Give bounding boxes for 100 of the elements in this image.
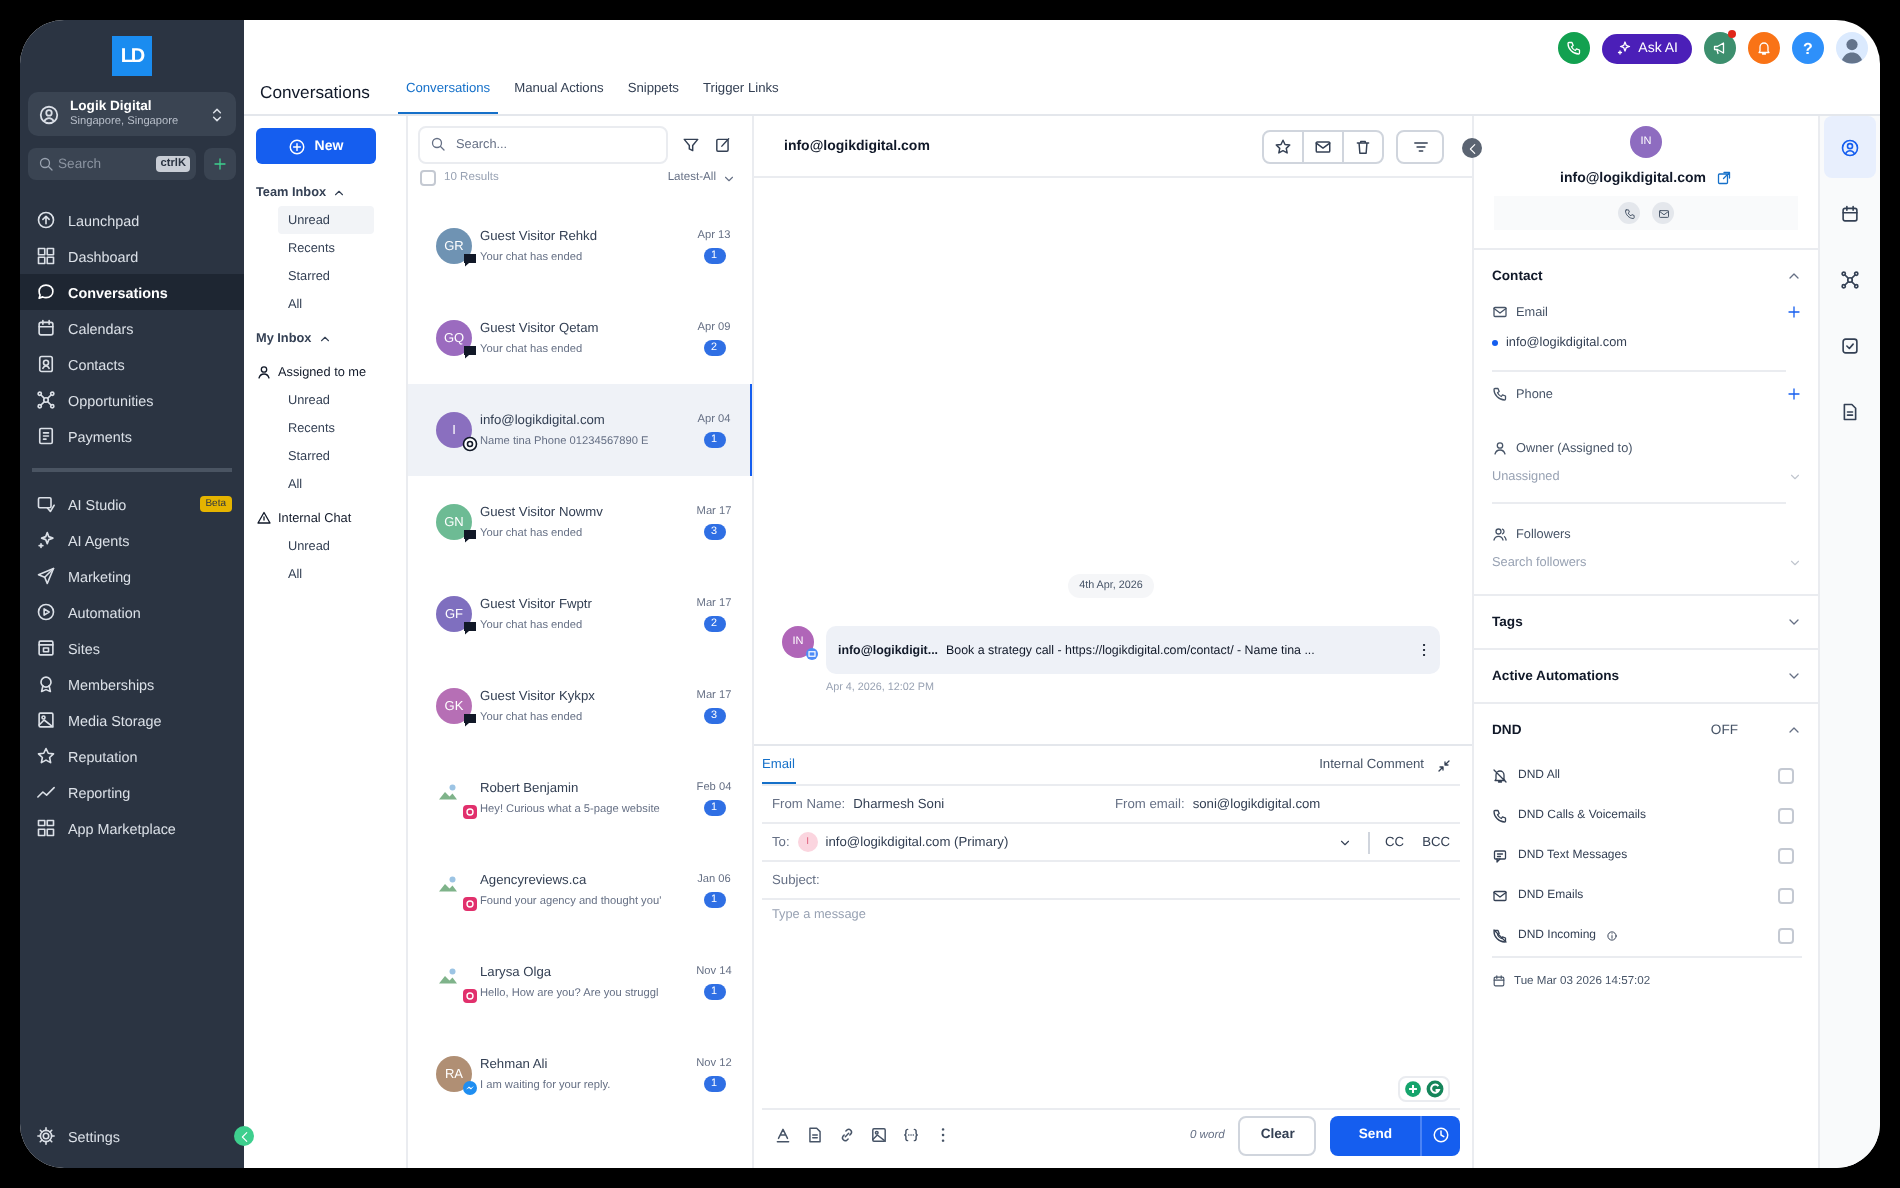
delete-button[interactable] bbox=[1342, 129, 1384, 163]
template-button[interactable] bbox=[806, 1126, 824, 1144]
collapse-sidebar-button[interactable] bbox=[234, 1126, 254, 1146]
search-icon bbox=[38, 156, 54, 172]
filter-button[interactable] bbox=[682, 136, 700, 154]
compose-icon bbox=[714, 136, 732, 154]
person-icon bbox=[256, 364, 272, 380]
email-button[interactable] bbox=[1652, 202, 1674, 224]
nodes-icon bbox=[1840, 269, 1860, 289]
chat-badge-icon bbox=[462, 252, 478, 268]
search-icon bbox=[430, 136, 446, 152]
chevron-down-icon bbox=[1788, 469, 1802, 483]
camera-badge-icon bbox=[462, 896, 478, 912]
notifications-button[interactable] bbox=[1748, 32, 1780, 64]
side-tab[interactable] bbox=[1824, 116, 1876, 178]
calendar-icon bbox=[36, 318, 56, 338]
document-icon bbox=[806, 1126, 824, 1144]
bell-off-icon bbox=[1492, 768, 1508, 784]
font-icon bbox=[774, 1126, 792, 1144]
writing-assistant[interactable] bbox=[1398, 1076, 1450, 1102]
phone-icon bbox=[1492, 386, 1508, 402]
document-icon bbox=[1840, 401, 1860, 421]
up-down-chevrons-icon bbox=[208, 105, 226, 123]
primary-dot bbox=[1492, 339, 1498, 345]
chevron-down-icon bbox=[1788, 555, 1802, 569]
collapse-panel-button[interactable] bbox=[1462, 138, 1482, 158]
phone-icon bbox=[1566, 40, 1583, 56]
star-icon bbox=[36, 746, 56, 766]
chat-bubble-icon bbox=[36, 282, 56, 302]
variables-button[interactable] bbox=[902, 1126, 920, 1144]
mail-icon bbox=[1492, 888, 1508, 904]
paper-plane-icon bbox=[36, 566, 56, 586]
checkbox[interactable] bbox=[1778, 768, 1794, 784]
broken-image-icon bbox=[436, 964, 460, 988]
calendar-icon bbox=[1492, 974, 1506, 988]
text-format-button[interactable] bbox=[774, 1126, 792, 1144]
sort-button[interactable] bbox=[1396, 129, 1444, 163]
chat-badge-icon bbox=[462, 712, 478, 728]
user-circle-icon bbox=[1840, 137, 1860, 157]
add-phone-button[interactable] bbox=[1786, 386, 1802, 402]
broken-image-icon bbox=[436, 780, 460, 804]
add-circle-icon bbox=[1404, 1080, 1422, 1098]
chat-badge-icon bbox=[462, 620, 478, 636]
schedule-button[interactable] bbox=[1420, 1115, 1460, 1155]
add-email-button[interactable] bbox=[1786, 304, 1802, 320]
screen-check-icon bbox=[36, 494, 56, 514]
select-all-checkbox[interactable] bbox=[420, 170, 436, 186]
sparkle-icon bbox=[1616, 40, 1633, 56]
user-avatar[interactable] bbox=[1836, 32, 1868, 64]
triangle-icon bbox=[256, 510, 272, 526]
logo: LD bbox=[112, 36, 152, 76]
user-circle-icon bbox=[38, 103, 60, 125]
message-icon bbox=[1492, 848, 1508, 864]
mail-button[interactable] bbox=[1302, 129, 1344, 163]
receipt-icon bbox=[36, 426, 56, 446]
upload-circle-icon bbox=[36, 210, 56, 230]
phone-icon bbox=[1623, 207, 1635, 219]
calendar-icon bbox=[1840, 203, 1860, 223]
link-icon bbox=[838, 1126, 856, 1144]
broken-image-icon bbox=[436, 872, 460, 896]
megaphone-icon bbox=[1712, 40, 1728, 56]
collapse-icon bbox=[1436, 757, 1452, 773]
phone-button[interactable] bbox=[1558, 32, 1591, 64]
bell-icon bbox=[1756, 40, 1772, 56]
nodes-icon bbox=[36, 390, 56, 410]
page-title: Conversations bbox=[260, 79, 370, 105]
mail-icon bbox=[1492, 304, 1508, 320]
checkbox[interactable] bbox=[1778, 888, 1794, 904]
chevron-left-icon bbox=[237, 1129, 251, 1143]
info-icon bbox=[1606, 930, 1619, 942]
filter-icon bbox=[682, 136, 700, 154]
checkbox[interactable] bbox=[1778, 928, 1794, 944]
play-circle-icon bbox=[36, 602, 56, 622]
megaphone-button[interactable] bbox=[1704, 32, 1736, 64]
dashboard-icon bbox=[36, 246, 56, 266]
browser-window-icon bbox=[36, 638, 56, 658]
star-button[interactable] bbox=[1262, 129, 1304, 163]
at-sign-icon bbox=[462, 436, 478, 452]
chevron-left-icon bbox=[1465, 141, 1479, 155]
compose-button[interactable] bbox=[714, 136, 732, 154]
plus-icon bbox=[212, 156, 228, 172]
plus-circle-icon bbox=[288, 137, 307, 155]
open-contact-link[interactable] bbox=[1715, 170, 1732, 186]
award-icon bbox=[36, 674, 56, 694]
camera-badge-icon bbox=[462, 804, 478, 820]
person-icon bbox=[1492, 440, 1508, 456]
phone-off-icon bbox=[1492, 928, 1508, 944]
phone-icon bbox=[1492, 808, 1508, 824]
link-button[interactable] bbox=[838, 1126, 856, 1144]
assistant-logo-icon bbox=[1426, 1080, 1444, 1098]
sparkle-icon bbox=[36, 530, 56, 550]
checkbox[interactable] bbox=[1778, 808, 1794, 824]
call-button[interactable] bbox=[1618, 202, 1640, 224]
chevron-down-icon bbox=[1337, 835, 1352, 849]
checkbox[interactable] bbox=[1778, 848, 1794, 864]
chat-badge-icon bbox=[462, 528, 478, 544]
people-icon bbox=[1492, 526, 1508, 542]
add-button[interactable] bbox=[204, 148, 236, 180]
image-button[interactable] bbox=[870, 1126, 888, 1144]
clock-icon bbox=[1432, 1126, 1450, 1144]
